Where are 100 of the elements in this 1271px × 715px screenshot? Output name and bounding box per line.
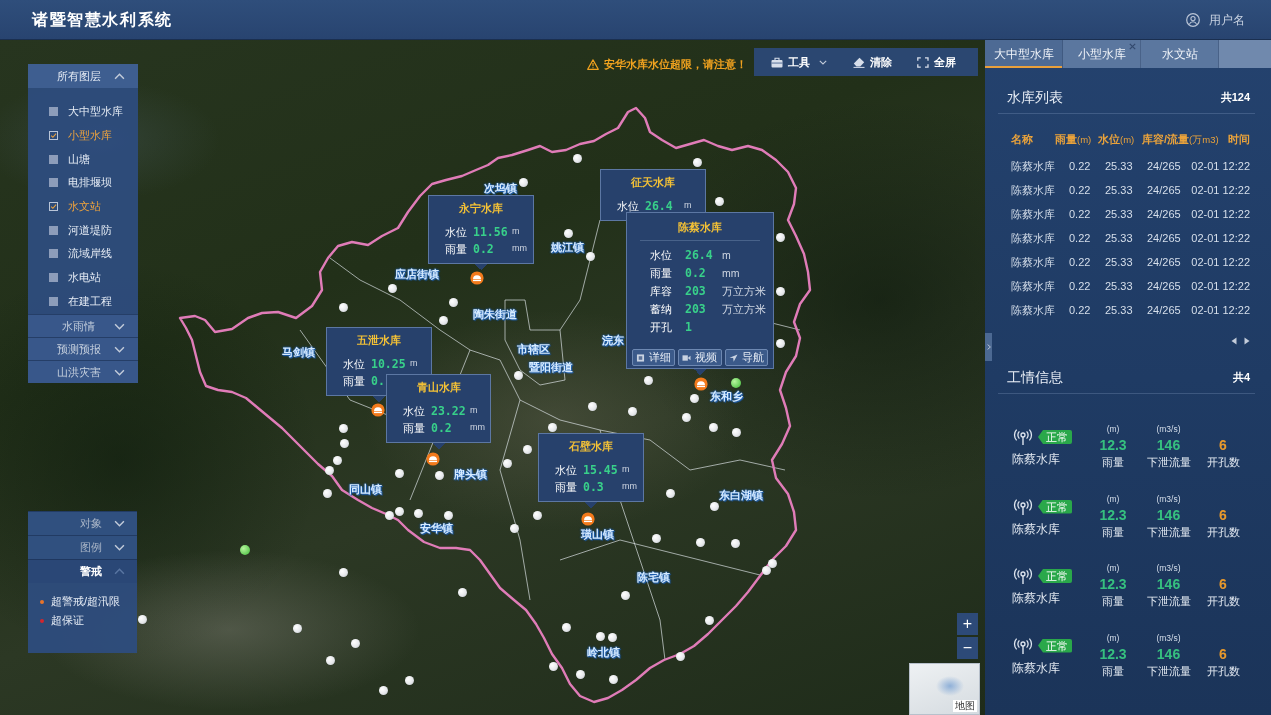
checkbox[interactable]: [49, 131, 58, 141]
minimap-placeholder[interactable]: 地图: [909, 663, 980, 715]
map-point-icon[interactable]: [675, 651, 685, 661]
map-point-icon[interactable]: [322, 488, 332, 498]
map-point-icon[interactable]: [547, 422, 557, 432]
station-marker-icon[interactable]: [731, 378, 741, 388]
map-point-icon[interactable]: [704, 615, 714, 625]
map-point-icon[interactable]: [137, 614, 147, 624]
toolbar-button[interactable]: 清除: [852, 54, 892, 70]
previous-page-icon[interactable]: [1231, 337, 1237, 345]
checkbox[interactable]: [49, 273, 58, 283]
map-point-icon[interactable]: [620, 590, 630, 600]
map-point-icon[interactable]: [394, 468, 404, 478]
map-point-icon[interactable]: [665, 488, 675, 498]
tab[interactable]: 水文站: [1141, 40, 1219, 68]
map-point-icon[interactable]: [438, 315, 448, 325]
map-point-icon[interactable]: [714, 196, 724, 206]
alert-marker-icon[interactable]: [581, 512, 595, 526]
map-point-icon[interactable]: [338, 423, 348, 433]
station-marker-icon[interactable]: [240, 545, 250, 555]
map-point-icon[interactable]: [587, 401, 597, 411]
alert-marker-icon[interactable]: [694, 377, 708, 391]
map-point-icon[interactable]: [775, 338, 785, 348]
map-point-icon[interactable]: [448, 297, 458, 307]
map-point-icon[interactable]: [522, 444, 532, 454]
map-point-icon[interactable]: [595, 631, 605, 641]
legend-group-header[interactable]: 图例: [28, 535, 137, 559]
map-point-icon[interactable]: [378, 685, 388, 695]
map-point-icon[interactable]: [384, 510, 394, 520]
user-name[interactable]: 用户名: [1209, 12, 1245, 27]
map-point-icon[interactable]: [681, 412, 691, 422]
map-point-icon[interactable]: [332, 455, 342, 465]
layer-group-header[interactable]: 山洪灾害: [28, 360, 138, 384]
checkbox[interactable]: [49, 296, 58, 306]
popup-action-button[interactable]: 视频: [678, 349, 722, 366]
map-type-label[interactable]: 地图: [953, 700, 977, 712]
alert-marker-icon[interactable]: [371, 403, 385, 417]
map-point-icon[interactable]: [561, 622, 571, 632]
popup-action-button[interactable]: 详细: [632, 349, 676, 366]
user-icon[interactable]: [1186, 12, 1200, 27]
map-point-icon[interactable]: [502, 458, 512, 468]
checkbox[interactable]: [49, 107, 58, 117]
map-point-icon[interactable]: [548, 661, 558, 671]
map-point-icon[interactable]: [513, 370, 523, 380]
checkbox[interactable]: [49, 178, 58, 188]
map-point-icon[interactable]: [572, 153, 582, 163]
map-point-icon[interactable]: [731, 427, 741, 437]
map-point-icon[interactable]: [692, 157, 702, 167]
map-point-icon[interactable]: [413, 508, 423, 518]
map-point-icon[interactable]: [292, 623, 302, 633]
map-point-icon[interactable]: [627, 406, 637, 416]
map-point-icon[interactable]: [457, 587, 467, 597]
map-point-icon[interactable]: [509, 523, 519, 533]
alert-marker-icon[interactable]: [470, 271, 484, 285]
tab[interactable]: 小型水库: [1063, 40, 1141, 68]
map-point-icon[interactable]: [761, 565, 771, 575]
map-point-icon[interactable]: [434, 470, 444, 480]
map-point-icon[interactable]: [325, 655, 335, 665]
map-point-icon[interactable]: [730, 538, 740, 548]
layer-group-header[interactable]: 所有图层: [28, 64, 138, 88]
map-point-icon[interactable]: [394, 506, 404, 516]
map-point-icon[interactable]: [387, 283, 397, 293]
map-point-icon[interactable]: [709, 501, 719, 511]
checkbox[interactable]: [49, 249, 58, 259]
legend-group-header[interactable]: 对象: [28, 511, 137, 535]
map-point-icon[interactable]: [443, 510, 453, 520]
legend-group-header[interactable]: 警戒: [28, 559, 137, 583]
checkbox[interactable]: [49, 202, 58, 212]
next-page-icon[interactable]: [1244, 337, 1250, 345]
toolbar-button[interactable]: 工具: [771, 54, 827, 70]
popup-action-button[interactable]: 导航: [724, 349, 768, 366]
map-point-icon[interactable]: [585, 251, 595, 261]
layer-group-header[interactable]: 水雨情: [28, 314, 138, 338]
map-point-icon[interactable]: [339, 438, 349, 448]
panel-collapse-handle[interactable]: [985, 333, 992, 361]
checkbox[interactable]: [49, 225, 58, 235]
tab[interactable]: 大中型水库: [985, 40, 1063, 68]
map-point-icon[interactable]: [324, 465, 334, 475]
map-point-icon[interactable]: [563, 228, 573, 238]
map-point-icon[interactable]: [767, 558, 777, 568]
map-point-icon[interactable]: [338, 567, 348, 577]
map-point-icon[interactable]: [695, 537, 705, 547]
map-point-icon[interactable]: [689, 393, 699, 403]
map-point-icon[interactable]: [404, 675, 414, 685]
map-point-icon[interactable]: [532, 510, 542, 520]
map-point-icon[interactable]: [708, 422, 718, 432]
checkbox[interactable]: [49, 154, 58, 164]
map-point-icon[interactable]: [575, 669, 585, 679]
alert-marker-icon[interactable]: [426, 452, 440, 466]
map-point-icon[interactable]: [607, 632, 617, 642]
map-point-icon[interactable]: [643, 375, 653, 385]
map-point-icon[interactable]: [775, 232, 785, 242]
toolbar-button[interactable]: 全屏: [917, 54, 956, 70]
map-point-icon[interactable]: [338, 302, 348, 312]
layer-group-header[interactable]: 预测预报: [28, 337, 138, 361]
map-point-icon[interactable]: [775, 286, 785, 296]
zoom-in-button[interactable]: +: [957, 613, 978, 635]
map-point-icon[interactable]: [608, 674, 618, 684]
map-point-icon[interactable]: [518, 177, 528, 187]
zoom-out-button[interactable]: −: [957, 637, 978, 659]
